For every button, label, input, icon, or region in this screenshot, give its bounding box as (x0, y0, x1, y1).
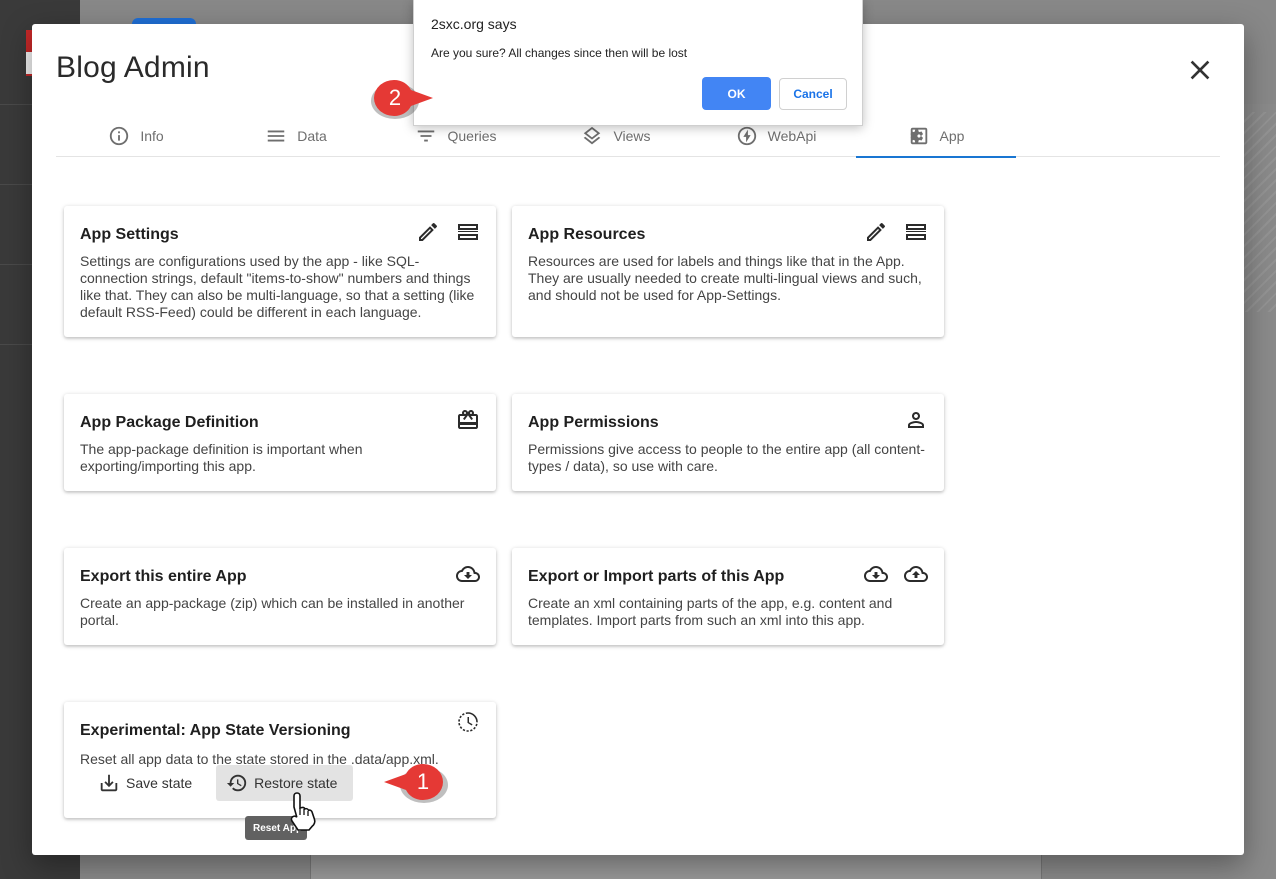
export-import-parts-card: Export or Import parts of this App Creat… (512, 548, 944, 645)
save-state-button[interactable]: Save state (88, 765, 208, 801)
export-parts-button[interactable] (864, 562, 888, 586)
app-settings-card: App Settings Settings are configurations… (64, 206, 496, 337)
ok-button[interactable]: OK (702, 77, 771, 110)
filter-icon (418, 130, 435, 141)
card-title: App Settings (80, 226, 179, 243)
restore-state-button[interactable]: Restore state (216, 765, 354, 801)
blog-admin-dialog: Blog Admin Info Data Queries Views WebAp… (32, 24, 1244, 855)
card-description: Resources are used for labels and things… (528, 253, 922, 303)
card-actions (456, 710, 480, 734)
tab-label: WebApi (767, 127, 817, 144)
dialog-title: Blog Admin (56, 51, 210, 84)
history-icon (227, 774, 247, 792)
card-title: Export or Import parts of this App (528, 568, 785, 585)
card-description: Create an app-package (zip) which can be… (80, 595, 465, 628)
info-icon (110, 126, 129, 145)
tab-label: Views (613, 127, 651, 144)
list-storage-icon (906, 224, 926, 240)
save-state-label: Save state (126, 775, 193, 791)
menu-lines-icon (267, 130, 285, 141)
tab-label: Data (297, 127, 327, 144)
card-title: Experimental: App State Versioning (80, 722, 351, 739)
hand-pointer-icon (290, 792, 316, 831)
tab-label: Queries (447, 127, 497, 144)
app-package-card: App Package Definition The app-package d… (64, 394, 496, 491)
package-definition-button[interactable] (456, 408, 480, 432)
tab-label: App (939, 127, 965, 144)
callout-number: 1 (416, 769, 430, 794)
edit-pencil-icon (867, 222, 886, 241)
history-button[interactable] (456, 710, 480, 734)
edit-settings-button[interactable] (416, 220, 440, 244)
alert-message: Are you sure? All changes since then wil… (431, 46, 688, 60)
download-tray-icon (100, 774, 118, 792)
card-title: App Resources (528, 226, 646, 243)
callout-marker-1: 1 (380, 760, 448, 804)
cancel-button[interactable]: Cancel (779, 78, 847, 110)
tab-label: Info (140, 127, 164, 144)
confirm-alert: 2sxc.org says Are you sure? All changes … (413, 0, 863, 126)
card-title: App Package Definition (80, 414, 259, 431)
edit-pencil-icon (419, 222, 438, 241)
app-permissions-card: App Permissions Permissions give access … (512, 394, 944, 491)
tab-data[interactable]: Data (216, 114, 376, 157)
callout-marker-2: 2 (370, 76, 436, 120)
restore-state-label: Restore state (254, 775, 338, 791)
card-title: App Permissions (528, 414, 659, 431)
list-resources-button[interactable] (904, 220, 928, 244)
background-decoration (1244, 112, 1276, 312)
card-actions (864, 220, 928, 244)
card-description: The app-package definition is important … (80, 441, 363, 474)
card-description: Permissions give access to people to the… (528, 441, 925, 474)
history-clock-icon (458, 712, 478, 732)
list-settings-button[interactable] (456, 220, 480, 244)
card-actions (904, 408, 928, 432)
list-storage-icon (458, 224, 478, 240)
export-app-button[interactable] (456, 562, 480, 586)
import-parts-button[interactable] (904, 562, 928, 586)
export-app-card: Export this entire App Create an app-pac… (64, 548, 496, 645)
close-button[interactable] (1184, 54, 1216, 86)
card-actions (456, 408, 480, 432)
card-actions (416, 220, 480, 244)
tab-info[interactable]: Info (56, 114, 216, 157)
person-icon (908, 412, 924, 428)
cloud-download-icon (456, 566, 480, 582)
card-description: Create an xml containing parts of the ap… (528, 595, 893, 628)
alert-title: 2sxc.org says (431, 16, 517, 32)
cloud-download-icon (864, 566, 888, 582)
card-actions (456, 562, 480, 586)
callout-number: 2 (388, 85, 402, 110)
lightning-icon (737, 126, 756, 145)
edit-resources-button[interactable] (864, 220, 888, 244)
cloud-upload-icon (904, 566, 928, 582)
gear-box-icon (909, 127, 927, 144)
layers-icon (584, 126, 601, 144)
card-actions (864, 562, 928, 586)
app-resources-card: App Resources Resources are used for lab… (512, 206, 944, 337)
permissions-button[interactable] (904, 408, 928, 432)
card-description: Settings are configurations used by the … (80, 253, 475, 320)
close-icon (1190, 60, 1210, 80)
tab-app[interactable]: App (856, 114, 1016, 158)
package-icon (458, 410, 478, 429)
card-title: Export this entire App (80, 568, 247, 585)
